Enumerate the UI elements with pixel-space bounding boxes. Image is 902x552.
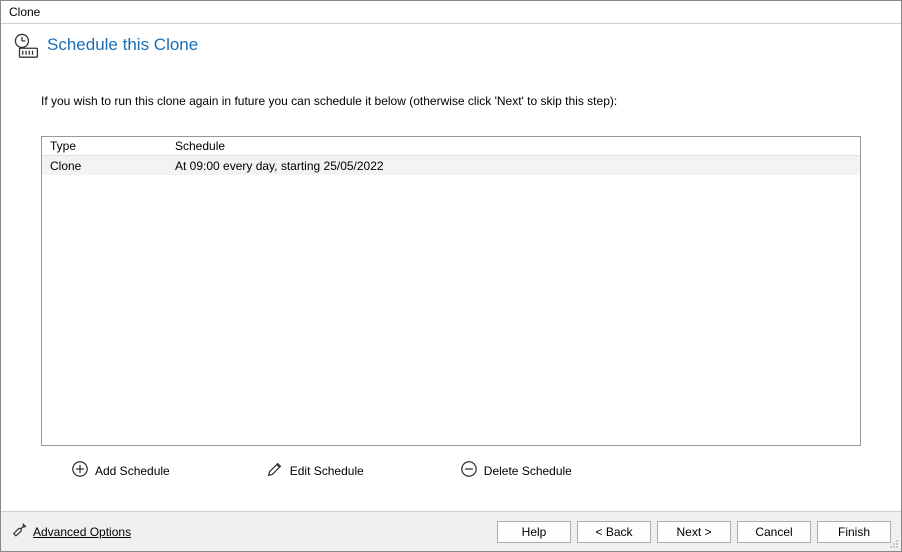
wrench-icon — [11, 521, 29, 542]
table-header-row: Type Schedule — [42, 137, 860, 156]
schedule-table[interactable]: Type Schedule Clone At 09:00 every day, … — [41, 136, 861, 446]
column-header-type[interactable]: Type — [42, 137, 167, 155]
edit-schedule-button[interactable]: Edit Schedule — [266, 460, 364, 481]
back-button[interactable]: < Back — [577, 521, 651, 543]
advanced-options-label: Advanced Options — [33, 525, 131, 539]
cancel-button[interactable]: Cancel — [737, 521, 811, 543]
plus-circle-icon — [71, 460, 89, 481]
window-title: Clone — [1, 1, 901, 24]
wizard-header: Schedule this Clone — [1, 24, 901, 70]
table-row[interactable]: Clone At 09:00 every day, starting 25/05… — [42, 156, 860, 175]
advanced-options-link[interactable]: Advanced Options — [11, 521, 131, 542]
instruction-text: If you wish to run this clone again in f… — [41, 94, 861, 108]
column-header-schedule[interactable]: Schedule — [167, 137, 860, 155]
resize-grip-icon — [889, 539, 899, 549]
finish-button[interactable]: Finish — [817, 521, 891, 543]
table-actions: Add Schedule Edit Schedule Delete Schedu… — [41, 446, 861, 491]
edit-schedule-label: Edit Schedule — [290, 464, 364, 478]
delete-schedule-label: Delete Schedule — [484, 464, 572, 478]
content-area: If you wish to run this clone again in f… — [1, 94, 901, 491]
next-button[interactable]: Next > — [657, 521, 731, 543]
add-schedule-button[interactable]: Add Schedule — [71, 460, 170, 481]
minus-circle-icon — [460, 460, 478, 481]
pencil-icon — [266, 460, 284, 481]
footer-bar: Advanced Options Help < Back Next > Canc… — [1, 511, 901, 551]
page-title: Schedule this Clone — [47, 35, 198, 55]
help-button[interactable]: Help — [497, 521, 571, 543]
schedule-clock-icon — [13, 32, 39, 58]
add-schedule-label: Add Schedule — [95, 464, 170, 478]
cell-schedule: At 09:00 every day, starting 25/05/2022 — [167, 157, 860, 175]
delete-schedule-button[interactable]: Delete Schedule — [460, 460, 572, 481]
cell-type: Clone — [42, 157, 167, 175]
